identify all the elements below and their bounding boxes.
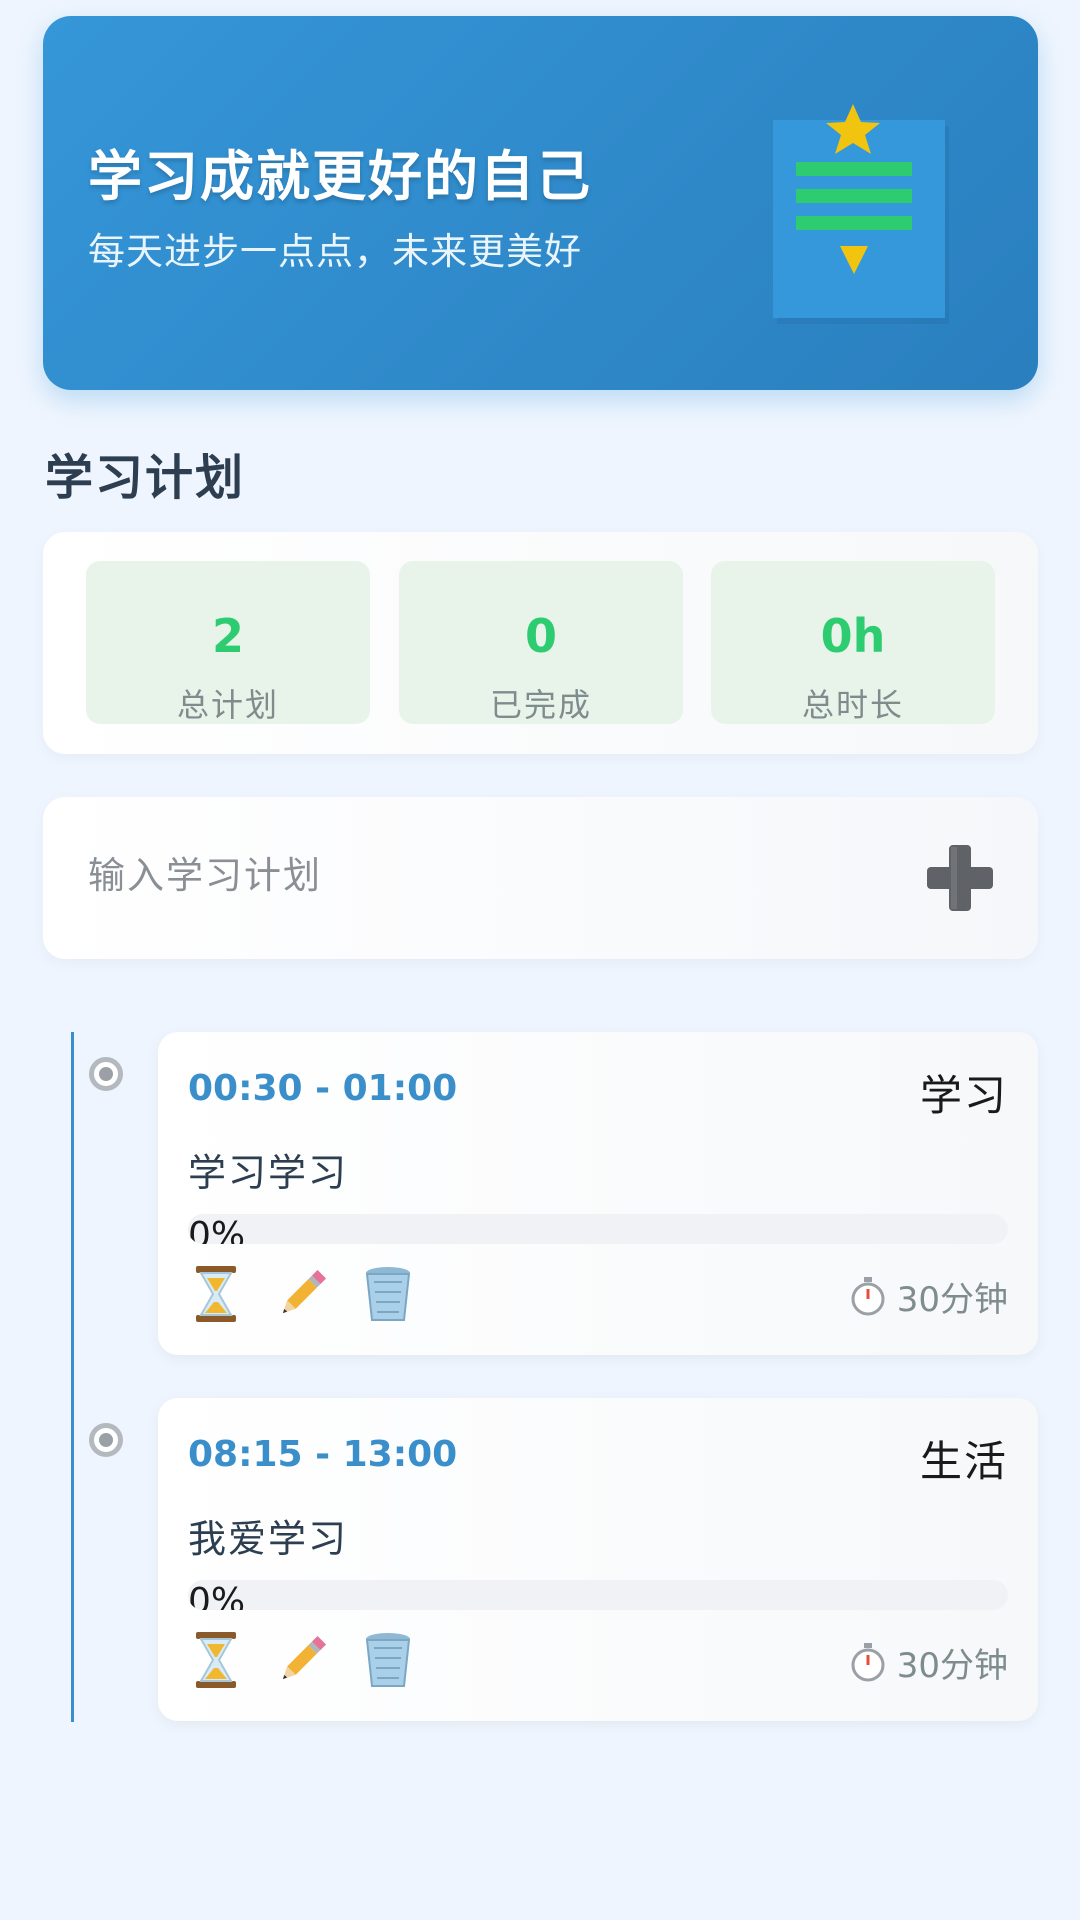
plan-name: 我爱学习 <box>188 1517 349 1561</box>
hero-banner: 学习成就更好的自己 每天进步一点点，未来更美好 <box>43 16 1038 390</box>
trash-icon[interactable] <box>360 1630 416 1690</box>
banner-title: 学习成就更好的自己 <box>88 145 592 208</box>
stat-value: 2 <box>211 609 244 663</box>
add-plan-button[interactable] <box>923 841 997 915</box>
stats-card: 2 总计划 0 已完成 0h 总时长 <box>43 532 1038 754</box>
hourglass-icon[interactable] <box>188 1264 244 1324</box>
plan-category: 生活 <box>919 1437 1008 1486</box>
progress-bar: 0% <box>188 1214 1008 1244</box>
stat-total-duration: 0h 总时长 <box>711 561 995 724</box>
book-with-star-icon <box>773 104 949 324</box>
study-plan-page: 学习成就更好的自己 每天进步一点点，未来更美好 学习计划 2 总计划 0 已完成… <box>0 0 1080 1920</box>
plan-time: 08:15 - 13:00 <box>188 1434 458 1475</box>
plan-duration: 30分钟 <box>849 1272 1008 1320</box>
plan-name: 学习学习 <box>188 1151 349 1195</box>
pencil-icon[interactable] <box>274 1630 330 1690</box>
stopwatch-icon <box>851 1277 885 1316</box>
stat-total-plans: 2 总计划 <box>86 561 370 724</box>
plan-card[interactable]: 00:30 - 01:00 学习 学习学习 0% 30分钟 <box>158 1032 1038 1355</box>
banner-subtitle: 每天进步一点点，未来更美好 <box>88 230 582 273</box>
stat-label: 总计划 <box>176 686 279 724</box>
plan-duration: 30分钟 <box>849 1638 1008 1686</box>
timeline-line <box>71 1032 74 1722</box>
stat-label: 总时长 <box>801 686 904 724</box>
stat-value: 0 <box>524 609 557 663</box>
plus-icon <box>927 845 993 911</box>
plan-input-card <box>43 797 1038 959</box>
hourglass-icon[interactable] <box>188 1630 244 1690</box>
timeline-node[interactable] <box>89 1057 123 1091</box>
timeline-node[interactable] <box>89 1423 123 1457</box>
plan-category: 学习 <box>919 1071 1008 1120</box>
plan-card[interactable]: 08:15 - 13:00 生活 我爱学习 0% 30分钟 <box>158 1398 1038 1721</box>
stopwatch-icon <box>851 1643 885 1682</box>
trash-icon[interactable] <box>360 1264 416 1324</box>
duration-text: 30分钟 <box>896 1279 1008 1320</box>
progress-label: 0% <box>188 1581 246 1611</box>
stat-value: 0h <box>820 609 886 663</box>
duration-text: 30分钟 <box>896 1645 1008 1686</box>
pencil-icon[interactable] <box>274 1264 330 1324</box>
stat-completed: 0 已完成 <box>399 561 683 724</box>
plan-input[interactable] <box>88 845 848 905</box>
progress-bar: 0% <box>188 1580 1008 1610</box>
stat-label: 已完成 <box>489 686 592 724</box>
section-title: 学习计划 <box>45 450 246 506</box>
progress-label: 0% <box>188 1215 246 1245</box>
plan-time: 00:30 - 01:00 <box>188 1068 458 1109</box>
